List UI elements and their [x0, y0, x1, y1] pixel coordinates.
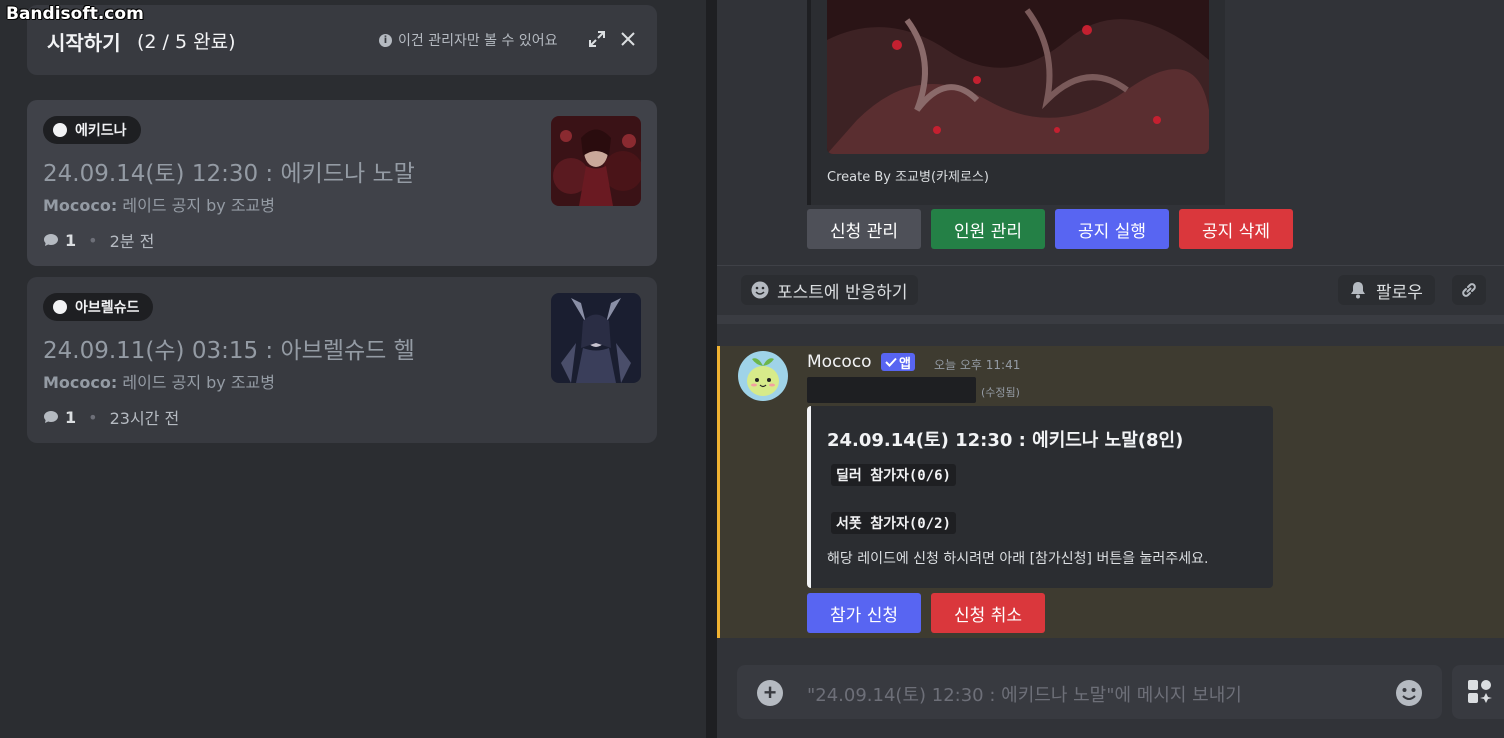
- copy-link-button[interactable]: [1452, 275, 1486, 305]
- add-attachment-button[interactable]: +: [757, 680, 783, 706]
- admin-only-text: 이건 관리자만 볼 수 있어요: [398, 33, 558, 49]
- message-count-icon: [44, 234, 58, 246]
- follow-button[interactable]: 팔로우: [1338, 275, 1435, 305]
- raid-embed-description: 해당 레이드에 신청 하시려면 아래 [참가신청] 버튼을 눌러주세요.: [827, 551, 1209, 567]
- react-to-post-button[interactable]: 포스트에 반응하기: [741, 275, 918, 305]
- message-composer[interactable]: + "24.09.14(토) 12:30 : 에키드나 노말"에 메시지 보내기: [737, 665, 1442, 719]
- run-notice-button[interactable]: 공지 실행: [1055, 209, 1169, 249]
- message-count: 1: [65, 407, 77, 427]
- checkmark-icon: [885, 357, 897, 367]
- watermark: Bandisoft.com: [6, 4, 144, 24]
- post-summary: 레이드 공지 by 조교병: [117, 373, 275, 392]
- apps-button[interactable]: [1452, 665, 1504, 719]
- admin-only-notice: i 이건 관리자만 볼 수 있어요: [379, 30, 557, 50]
- info-icon: i: [379, 33, 392, 47]
- raid-embed: 24.09.14(토) 12:30 : 에키드나 노말(8인) 딜러 참가자(0…: [807, 406, 1273, 588]
- expand-icon[interactable]: [587, 29, 607, 49]
- post-reaction-bar: 포스트에 반응하기 팔로우: [717, 265, 1504, 315]
- post-title: 24.09.11(수) 03:15 : 아브렐슈드 헬: [43, 338, 415, 364]
- app-badge-label: 앱: [899, 356, 911, 372]
- post-time: 23시간 전: [109, 409, 180, 428]
- panel-divider[interactable]: [706, 0, 717, 738]
- post-author: Mococo:: [43, 373, 118, 392]
- post-author: Mococo:: [43, 196, 118, 215]
- manage-applications-button[interactable]: 신청 관리: [807, 209, 921, 249]
- embed-card: Create By 조교병(카제로스): [807, 0, 1225, 205]
- post-time: 2분 전: [109, 232, 155, 251]
- post-tag: 아브렐슈드: [43, 293, 154, 321]
- raid-embed-title: 24.09.14(토) 12:30 : 에키드나 노말(8인): [827, 430, 1184, 451]
- post-preview: Mococo: 레이드 공지 by 조교병: [43, 192, 275, 216]
- react-to-post-label: 포스트에 반응하기: [777, 282, 908, 303]
- post-card[interactable]: 에키드나 24.09.14(토) 12:30 : 에키드나 노말 Mococo:…: [27, 100, 657, 266]
- app-badge: 앱: [881, 353, 915, 372]
- join-raid-button[interactable]: 참가 신청: [807, 593, 921, 633]
- post-card[interactable]: 아브렐슈드 24.09.11(수) 03:15 : 아브렐슈드 헬 Mococo…: [27, 277, 657, 443]
- message-timestamp: 오늘 오후 11:41: [934, 358, 1021, 372]
- embed-image[interactable]: [827, 0, 1209, 154]
- meta-separator: •: [88, 230, 98, 250]
- follow-label: 팔로우: [1376, 282, 1423, 303]
- getting-started-title: 시작하기: [47, 31, 121, 55]
- post-list-panel: 시작하기 (2 / 5 완료) i 이건 관리자만 볼 수 있어요 에키드나 2…: [0, 0, 706, 738]
- post-meta: 1 • 2분 전: [43, 228, 154, 252]
- tag-dot-icon: [53, 300, 67, 314]
- post-meta: 1 • 23시간 전: [43, 405, 179, 429]
- thread-panel: Create By 조교병(카제로스) 신청 관리 인원 관리 공지 실행 공지…: [717, 0, 1504, 738]
- message-count-icon: [44, 411, 58, 423]
- post-title: 24.09.14(토) 12:30 : 에키드나 노말: [43, 161, 415, 187]
- meta-separator: •: [88, 407, 98, 427]
- post-preview: Mococo: 레이드 공지 by 조교병: [43, 369, 275, 393]
- avatar[interactable]: [738, 351, 788, 401]
- post-thumbnail: [551, 116, 641, 206]
- smile-icon: [751, 281, 769, 299]
- apps-icon: [1468, 680, 1492, 703]
- post-thumbnail: [551, 293, 641, 383]
- post-tag-label: 에키드나: [75, 123, 127, 139]
- post-tag-label: 아브렐슈드: [75, 300, 140, 316]
- edited-label: (수정됨): [981, 386, 1020, 399]
- message-author[interactable]: Mococo: [807, 352, 872, 372]
- delete-notice-button[interactable]: 공지 삭제: [1179, 209, 1293, 249]
- tag-dot-icon: [53, 123, 67, 137]
- close-icon[interactable]: [618, 29, 638, 49]
- dealer-participants-field: 딜러 참가자(0/6): [831, 464, 956, 486]
- getting-started-progress: (2 / 5 완료): [137, 31, 236, 53]
- emoji-icon[interactable]: [1395, 679, 1423, 707]
- post-summary: 레이드 공지 by 조교병: [117, 196, 275, 215]
- embed-footer: Create By 조교병(카제로스): [827, 170, 989, 185]
- manage-members-button[interactable]: 인원 관리: [931, 209, 1045, 249]
- bot-message: Mococo 앱 오늘 오후 11:41 (수정됨) 24.09.14(토) 1…: [717, 346, 1504, 638]
- support-participants-field: 서폿 참가자(0/2): [831, 512, 956, 534]
- post-tag: 에키드나: [43, 116, 141, 144]
- section-separator: [717, 315, 1504, 324]
- redacted-content: [807, 377, 976, 403]
- cancel-join-button[interactable]: 신청 취소: [931, 593, 1045, 633]
- message-input[interactable]: "24.09.14(토) 12:30 : 에키드나 노말"에 메시지 보내기: [807, 681, 1242, 707]
- link-icon: [1462, 283, 1476, 297]
- raid-button-row: 참가 신청 신청 취소: [807, 593, 1045, 633]
- message-count: 1: [65, 230, 77, 250]
- bell-icon: [1351, 282, 1365, 299]
- admin-button-row: 신청 관리 인원 관리 공지 실행 공지 삭제: [807, 209, 1293, 249]
